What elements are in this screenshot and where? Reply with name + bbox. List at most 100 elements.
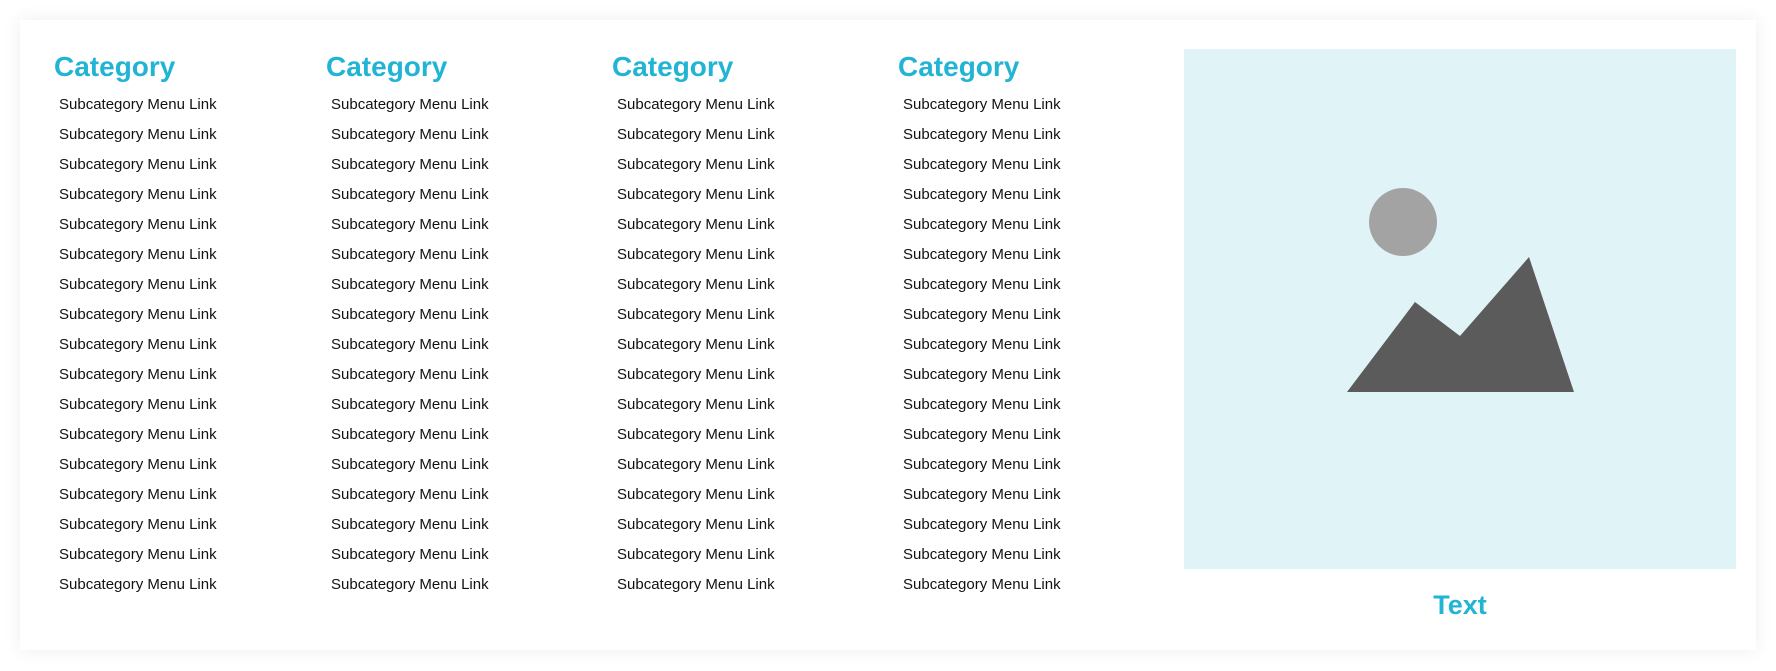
subcategory-link[interactable]: Subcategory Menu Link bbox=[331, 450, 576, 480]
subcategory-link[interactable]: Subcategory Menu Link bbox=[617, 210, 862, 240]
subcategory-link[interactable]: Subcategory Menu Link bbox=[59, 240, 304, 270]
subcategory-link[interactable]: Subcategory Menu Link bbox=[331, 90, 576, 120]
subcategory-link[interactable]: Subcategory Menu Link bbox=[59, 480, 304, 510]
subcategory-link[interactable]: Subcategory Menu Link bbox=[331, 420, 576, 450]
category-heading[interactable]: Category bbox=[612, 50, 862, 84]
subcategory-link[interactable]: Subcategory Menu Link bbox=[59, 300, 304, 330]
list-item: Subcategory Menu Link bbox=[331, 540, 576, 570]
subcategory-link[interactable]: Subcategory Menu Link bbox=[617, 180, 862, 210]
list-item: Subcategory Menu Link bbox=[331, 360, 576, 390]
subcategory-link[interactable]: Subcategory Menu Link bbox=[59, 390, 304, 420]
category-column: Category Subcategory Menu Link Subcategor… bbox=[326, 50, 576, 600]
subcategory-link[interactable]: Subcategory Menu Link bbox=[617, 360, 862, 390]
subcategory-link[interactable]: Subcategory Menu Link bbox=[903, 90, 1148, 120]
subcategory-link[interactable]: Subcategory Menu Link bbox=[617, 270, 862, 300]
subcategory-link[interactable]: Subcategory Menu Link bbox=[331, 240, 576, 270]
subcategory-link[interactable]: Subcategory Menu Link bbox=[617, 450, 862, 480]
subcategory-list: Subcategory Menu Link Subcategory Menu Li… bbox=[898, 90, 1148, 600]
subcategory-link[interactable]: Subcategory Menu Link bbox=[59, 540, 304, 570]
subcategory-link[interactable]: Subcategory Menu Link bbox=[903, 570, 1148, 600]
subcategory-link[interactable]: Subcategory Menu Link bbox=[59, 330, 304, 360]
subcategory-link[interactable]: Subcategory Menu Link bbox=[331, 510, 576, 540]
subcategory-link[interactable]: Subcategory Menu Link bbox=[59, 120, 304, 150]
list-item: Subcategory Menu Link bbox=[617, 540, 862, 570]
subcategory-link[interactable]: Subcategory Menu Link bbox=[903, 240, 1148, 270]
subcategory-link[interactable]: Subcategory Menu Link bbox=[331, 540, 576, 570]
subcategory-link[interactable]: Subcategory Menu Link bbox=[59, 360, 304, 390]
subcategory-link[interactable]: Subcategory Menu Link bbox=[59, 510, 304, 540]
list-item: Subcategory Menu Link bbox=[903, 120, 1148, 150]
subcategory-link[interactable]: Subcategory Menu Link bbox=[331, 480, 576, 510]
subcategory-link[interactable]: Subcategory Menu Link bbox=[59, 180, 304, 210]
subcategory-link[interactable]: Subcategory Menu Link bbox=[331, 210, 576, 240]
subcategory-link[interactable]: Subcategory Menu Link bbox=[617, 90, 862, 120]
list-item: Subcategory Menu Link bbox=[903, 150, 1148, 180]
mega-menu-panel: Category Subcategory Menu Link Subcategor… bbox=[20, 20, 1756, 650]
subcategory-link[interactable]: Subcategory Menu Link bbox=[903, 480, 1148, 510]
subcategory-link[interactable]: Subcategory Menu Link bbox=[617, 390, 862, 420]
subcategory-link[interactable]: Subcategory Menu Link bbox=[617, 150, 862, 180]
subcategory-link[interactable]: Subcategory Menu Link bbox=[617, 300, 862, 330]
subcategory-link[interactable]: Subcategory Menu Link bbox=[59, 150, 304, 180]
list-item: Subcategory Menu Link bbox=[617, 360, 862, 390]
subcategory-link[interactable]: Subcategory Menu Link bbox=[617, 120, 862, 150]
list-item: Subcategory Menu Link bbox=[331, 390, 576, 420]
list-item: Subcategory Menu Link bbox=[617, 150, 862, 180]
list-item: Subcategory Menu Link bbox=[59, 210, 304, 240]
category-column: Category Subcategory Menu Link Subcategor… bbox=[54, 50, 304, 600]
subcategory-link[interactable]: Subcategory Menu Link bbox=[331, 390, 576, 420]
subcategory-link[interactable]: Subcategory Menu Link bbox=[903, 300, 1148, 330]
subcategory-link[interactable]: Subcategory Menu Link bbox=[903, 120, 1148, 150]
list-item: Subcategory Menu Link bbox=[903, 330, 1148, 360]
subcategory-link[interactable]: Subcategory Menu Link bbox=[59, 570, 304, 600]
subcategory-link[interactable]: Subcategory Menu Link bbox=[617, 570, 862, 600]
subcategory-link[interactable]: Subcategory Menu Link bbox=[331, 150, 576, 180]
list-item: Subcategory Menu Link bbox=[59, 360, 304, 390]
list-item: Subcategory Menu Link bbox=[617, 480, 862, 510]
subcategory-link[interactable]: Subcategory Menu Link bbox=[903, 180, 1148, 210]
list-item: Subcategory Menu Link bbox=[617, 330, 862, 360]
subcategory-link[interactable]: Subcategory Menu Link bbox=[903, 390, 1148, 420]
subcategory-link[interactable]: Subcategory Menu Link bbox=[59, 420, 304, 450]
list-item: Subcategory Menu Link bbox=[617, 120, 862, 150]
list-item: Subcategory Menu Link bbox=[331, 330, 576, 360]
subcategory-link[interactable]: Subcategory Menu Link bbox=[59, 90, 304, 120]
list-item: Subcategory Menu Link bbox=[331, 300, 576, 330]
subcategory-list: Subcategory Menu Link Subcategory Menu Li… bbox=[326, 90, 576, 600]
subcategory-link[interactable]: Subcategory Menu Link bbox=[331, 360, 576, 390]
category-heading[interactable]: Category bbox=[54, 50, 304, 84]
promo-caption[interactable]: Text bbox=[1184, 590, 1736, 621]
category-heading[interactable]: Category bbox=[898, 50, 1148, 84]
subcategory-link[interactable]: Subcategory Menu Link bbox=[903, 150, 1148, 180]
subcategory-link[interactable]: Subcategory Menu Link bbox=[903, 540, 1148, 570]
subcategory-link[interactable]: Subcategory Menu Link bbox=[617, 480, 862, 510]
promo-image[interactable] bbox=[1184, 49, 1736, 569]
subcategory-link[interactable]: Subcategory Menu Link bbox=[331, 570, 576, 600]
list-item: Subcategory Menu Link bbox=[59, 450, 304, 480]
subcategory-link[interactable]: Subcategory Menu Link bbox=[617, 420, 862, 450]
list-item: Subcategory Menu Link bbox=[617, 240, 862, 270]
category-heading[interactable]: Category bbox=[326, 50, 576, 84]
subcategory-link[interactable]: Subcategory Menu Link bbox=[617, 540, 862, 570]
subcategory-link[interactable]: Subcategory Menu Link bbox=[903, 510, 1148, 540]
subcategory-link[interactable]: Subcategory Menu Link bbox=[331, 330, 576, 360]
subcategory-link[interactable]: Subcategory Menu Link bbox=[331, 300, 576, 330]
subcategory-link[interactable]: Subcategory Menu Link bbox=[617, 510, 862, 540]
subcategory-link[interactable]: Subcategory Menu Link bbox=[331, 180, 576, 210]
subcategory-link[interactable]: Subcategory Menu Link bbox=[331, 270, 576, 300]
subcategory-link[interactable]: Subcategory Menu Link bbox=[903, 420, 1148, 450]
subcategory-link[interactable]: Subcategory Menu Link bbox=[903, 360, 1148, 390]
subcategory-link[interactable]: Subcategory Menu Link bbox=[903, 270, 1148, 300]
subcategory-link[interactable]: Subcategory Menu Link bbox=[903, 450, 1148, 480]
subcategory-link[interactable]: Subcategory Menu Link bbox=[903, 210, 1148, 240]
subcategory-link[interactable]: Subcategory Menu Link bbox=[59, 450, 304, 480]
list-item: Subcategory Menu Link bbox=[617, 300, 862, 330]
subcategory-link[interactable]: Subcategory Menu Link bbox=[903, 330, 1148, 360]
subcategory-link[interactable]: Subcategory Menu Link bbox=[617, 330, 862, 360]
subcategory-link[interactable]: Subcategory Menu Link bbox=[331, 120, 576, 150]
subcategory-link[interactable]: Subcategory Menu Link bbox=[59, 210, 304, 240]
subcategory-link[interactable]: Subcategory Menu Link bbox=[617, 240, 862, 270]
list-item: Subcategory Menu Link bbox=[903, 300, 1148, 330]
list-item: Subcategory Menu Link bbox=[617, 420, 862, 450]
subcategory-link[interactable]: Subcategory Menu Link bbox=[59, 270, 304, 300]
